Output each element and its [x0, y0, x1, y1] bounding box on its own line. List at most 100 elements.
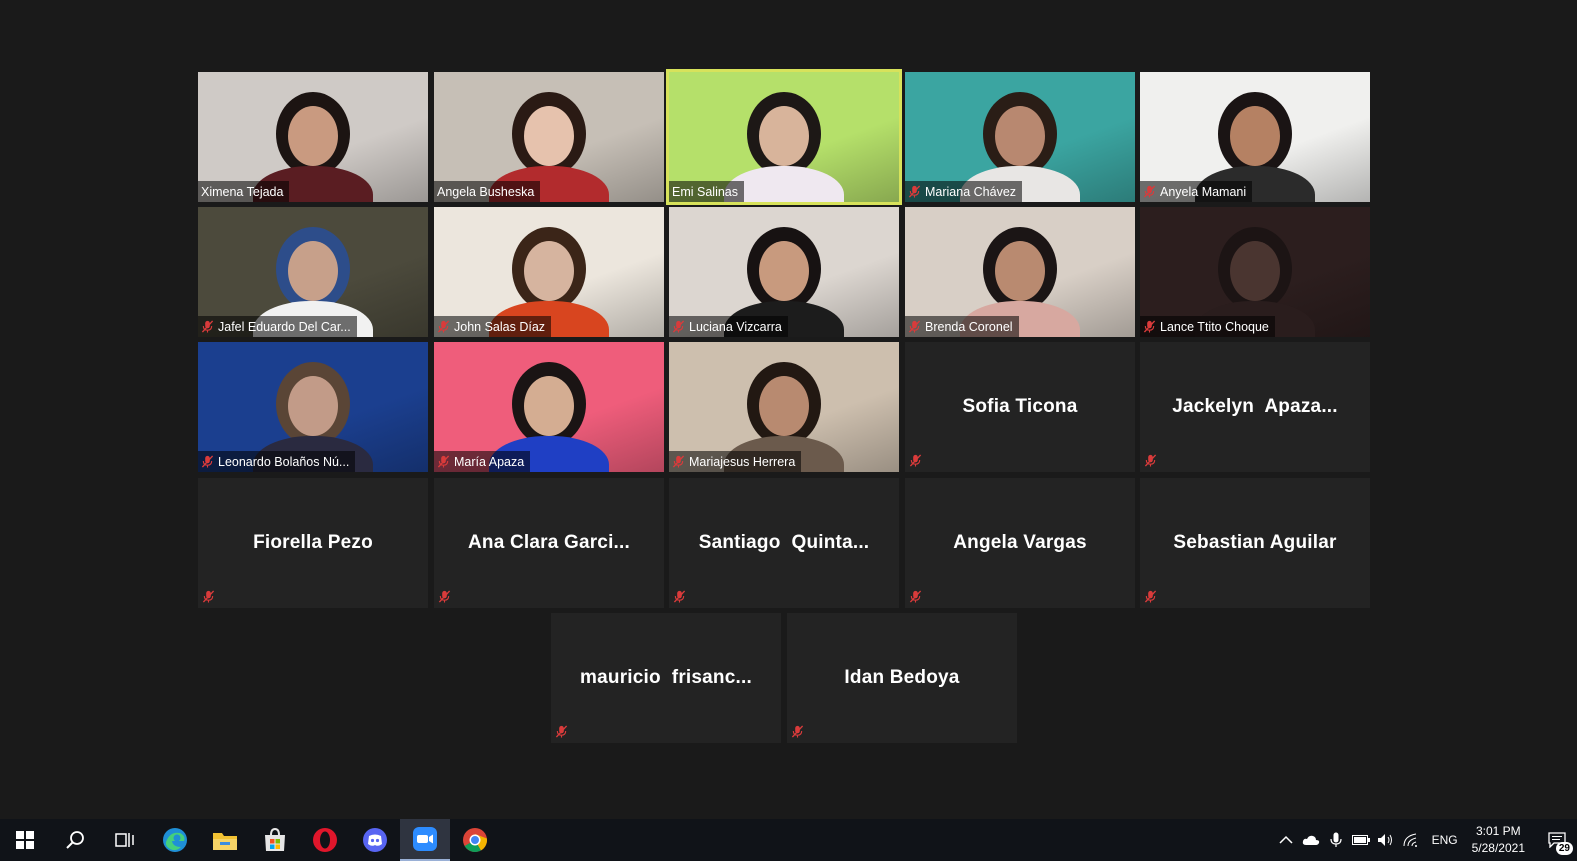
show-hidden-icons-button[interactable] — [1274, 819, 1299, 861]
participant-tile[interactable]: Angela Busheska — [434, 72, 664, 202]
participant-name-tag: Ximena Tejada — [198, 181, 290, 202]
participant-name: mauricio frisanc... — [580, 667, 752, 688]
chrome-icon — [463, 828, 487, 853]
participant-tile[interactable]: Sofia Ticona — [905, 342, 1135, 472]
windows-taskbar: ENG 3:01 PM 5/28/2021 29 — [0, 819, 1577, 861]
volume-button[interactable] — [1374, 819, 1399, 861]
participant-name-tag: Jafel Eduardo Del Car... — [198, 316, 357, 337]
mic-muted-icon — [908, 185, 921, 198]
participant-name: Ana Clara Garci... — [467, 532, 630, 553]
participant-name: Santiago Quinta... — [698, 532, 870, 553]
participant-tile[interactable]: Angela Vargas — [905, 478, 1135, 608]
participant-tile[interactable]: mauricio frisanc... — [551, 613, 781, 743]
zoom-icon — [413, 827, 437, 851]
participant-tile[interactable]: Jafel Eduardo Del Car... — [198, 207, 428, 337]
participant-tile[interactable]: Brenda Coronel — [905, 207, 1135, 337]
taskbar-app-store[interactable] — [250, 819, 300, 861]
participant-tile[interactable]: John Salas Díaz — [434, 207, 664, 337]
participant-name-tag: Mariana Chávez — [905, 181, 1023, 202]
microphone-tray-button[interactable] — [1324, 819, 1349, 861]
clock[interactable]: 3:01 PM 5/28/2021 — [1472, 823, 1525, 857]
mic-muted-icon — [437, 320, 450, 333]
mic-muted-icon — [1143, 320, 1156, 333]
input-language[interactable]: ENG — [1432, 833, 1458, 847]
participant-name: María Apaza — [454, 454, 525, 469]
video-gallery: Ximena Tejada Angela Busheska Emi Salinas M… — [0, 0, 1577, 815]
windows-start-icon — [16, 831, 34, 849]
participant-name: Jafel Eduardo Del Car... — [218, 319, 351, 334]
cloud-icon — [1302, 835, 1320, 845]
mic-muted-icon — [437, 455, 450, 468]
taskbar-app-zoom[interactable] — [400, 819, 450, 861]
file-explorer-icon — [213, 833, 237, 850]
participant-tile[interactable]: Ana Clara Garci... — [434, 478, 664, 608]
participant-name-tag: María Apaza — [434, 451, 531, 472]
participant-tile[interactable]: Anyela Mamani — [1140, 72, 1370, 202]
system-tray: ENG 3:01 PM 5/28/2021 29 — [1274, 819, 1577, 861]
participant-tile[interactable]: Luciana Vizcarra — [669, 207, 899, 337]
mic-muted-icon — [1144, 590, 1158, 604]
participant-name: Brenda Coronel — [925, 319, 1013, 334]
start-button[interactable] — [0, 819, 50, 861]
edge-icon — [163, 828, 187, 852]
participant-tile[interactable]: Lance Ttito Choque — [1140, 207, 1370, 337]
network-button[interactable] — [1399, 819, 1424, 861]
participant-tile[interactable]: Mariana Chávez — [905, 72, 1135, 202]
chevron-up-icon — [1279, 835, 1293, 844]
participant-name-tag: Emi Salinas — [669, 181, 744, 202]
taskbar-app-edge[interactable] — [150, 819, 200, 861]
participant-name: Lance Ttito Choque — [1160, 319, 1269, 334]
taskbar-app-discord[interactable] — [350, 819, 400, 861]
participant-tile[interactable]: Idan Bedoya — [787, 613, 1017, 743]
mic-muted-icon — [438, 590, 452, 604]
task-view-button[interactable] — [100, 819, 150, 861]
taskbar-app-file-explorer[interactable] — [200, 819, 250, 861]
speaker-icon — [1378, 834, 1393, 846]
participant-tile[interactable]: Fiorella Pezo — [198, 478, 428, 608]
participant-name: Mariana Chávez — [925, 184, 1017, 199]
participant-tile[interactable]: Mariajesus Herrera — [669, 342, 899, 472]
participant-name-tag: Mariajesus Herrera — [669, 451, 802, 472]
participant-tile[interactable]: Emi Salinas — [666, 69, 902, 205]
action-center-button[interactable]: 29 — [1537, 819, 1577, 861]
participant-name-tag: Anyela Mamani — [1140, 181, 1253, 202]
task-view-icon — [115, 833, 134, 847]
mic-muted-icon — [672, 320, 685, 333]
participant-tile[interactable]: Leonardo Bolaños Nú... — [198, 342, 428, 472]
participant-name-tag: Leonardo Bolaños Nú... — [198, 451, 356, 472]
microphone-icon — [1330, 832, 1342, 847]
clock-date: 5/28/2021 — [1471, 841, 1525, 855]
taskbar-app-opera[interactable] — [300, 819, 350, 861]
participant-tile[interactable]: Sebastian Aguilar — [1140, 478, 1370, 608]
participant-tile[interactable]: Jackelyn Apaza... — [1140, 342, 1370, 472]
participant-name: Angela Vargas — [953, 532, 1087, 553]
search-icon — [66, 831, 84, 849]
participant-name-tag: Angela Busheska — [434, 181, 541, 202]
battery-button[interactable] — [1349, 819, 1374, 861]
participant-name: Idan Bedoya — [844, 667, 960, 688]
participant-tile[interactable]: Santiago Quinta... — [669, 478, 899, 608]
participant-name-tag: Lance Ttito Choque — [1140, 316, 1275, 337]
participant-tile[interactable]: María Apaza — [434, 342, 664, 472]
microsoft-store-icon — [265, 827, 285, 851]
participant-name: Ximena Tejada — [201, 184, 284, 199]
participant-name: Anyela Mamani — [1160, 184, 1247, 199]
mic-muted-icon — [791, 725, 805, 739]
taskbar-search-button[interactable] — [50, 819, 100, 861]
wifi-icon — [1403, 833, 1418, 847]
participant-tile[interactable]: Ximena Tejada — [198, 72, 428, 202]
battery-icon — [1352, 835, 1371, 845]
mic-muted-icon — [1144, 454, 1158, 468]
participant-name: Emi Salinas — [672, 184, 738, 199]
participant-name: Leonardo Bolaños Nú... — [218, 454, 350, 469]
mic-muted-icon — [908, 320, 921, 333]
notification-count-badge: 29 — [1555, 842, 1573, 855]
opera-icon — [313, 828, 337, 852]
clock-time: 3:01 PM — [1475, 824, 1521, 838]
participant-name-tag: Luciana Vizcarra — [669, 316, 788, 337]
participant-name: Angela Busheska — [437, 184, 535, 199]
onedrive-button[interactable] — [1299, 819, 1324, 861]
participant-name-tag: John Salas Díaz — [434, 316, 552, 337]
participant-name: Jackelyn Apaza... — [1172, 396, 1338, 417]
taskbar-app-chrome[interactable] — [450, 819, 500, 861]
